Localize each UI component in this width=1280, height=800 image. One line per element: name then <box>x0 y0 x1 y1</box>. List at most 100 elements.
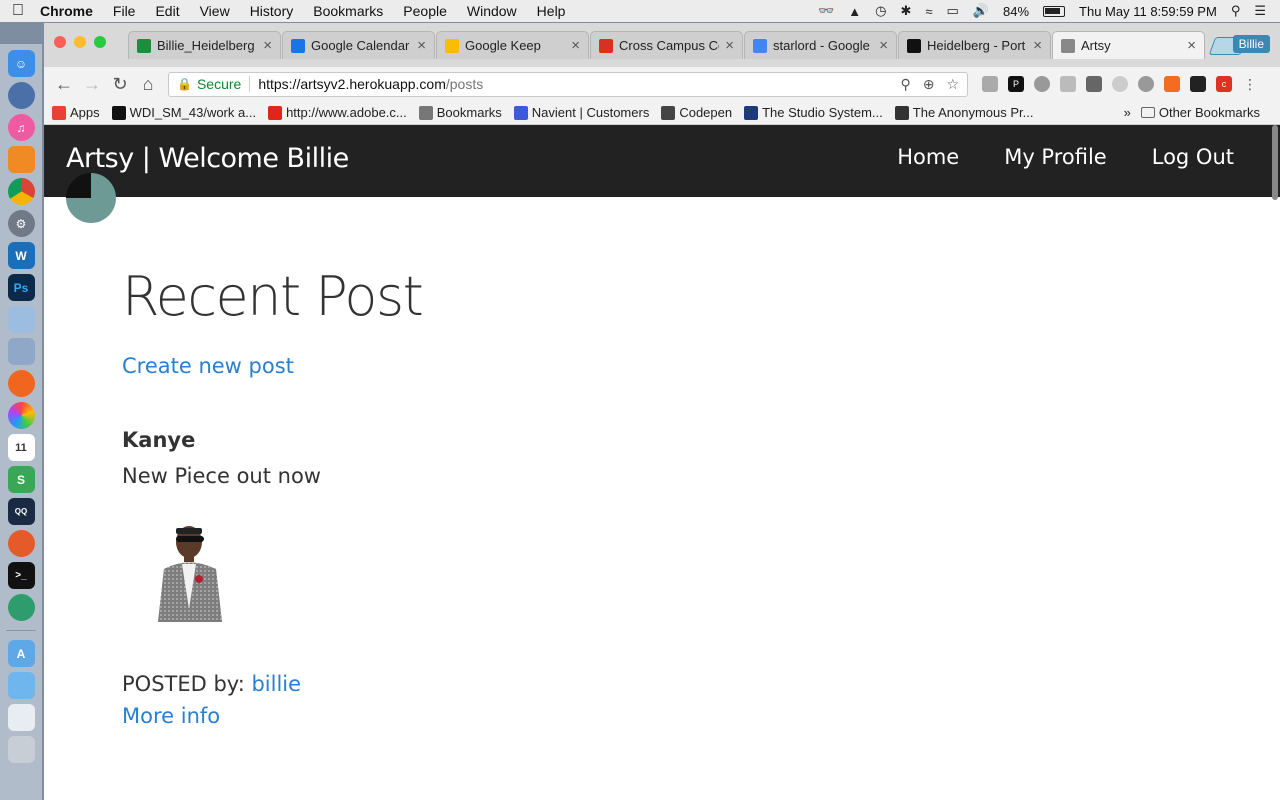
close-tab-icon[interactable]: × <box>417 37 426 54</box>
dropbox-gallery-icon[interactable]: QQ <box>7 498 35 525</box>
wifi-icon[interactable]: ≈ <box>925 4 932 19</box>
bookmark-item[interactable]: Navient | Customers <box>513 105 649 120</box>
notification-center-icon[interactable]: ☰ <box>1254 3 1266 19</box>
nav-home-link[interactable]: Home <box>897 145 959 169</box>
trash-icon[interactable] <box>7 736 35 763</box>
apple-menu-icon[interactable]:  <box>0 2 36 20</box>
menu-app-chrome[interactable]: Chrome <box>36 3 103 19</box>
create-new-post-link[interactable]: Create new post <box>122 354 422 378</box>
close-tab-icon[interactable]: × <box>263 37 272 54</box>
tab[interactable]: starlord - Google × <box>744 31 897 59</box>
key-icon[interactable]: ⚲ <box>900 76 910 93</box>
itunes-icon[interactable]: ♫ <box>7 114 35 141</box>
menu-edit[interactable]: Edit <box>145 3 189 19</box>
zoom-window-icon[interactable] <box>94 36 106 48</box>
tab[interactable]: Google Keep × <box>436 31 589 59</box>
dark-circle-extension-icon[interactable] <box>1138 76 1154 92</box>
p-extension-icon[interactable]: P <box>1008 76 1024 92</box>
close-tab-icon[interactable]: × <box>725 37 734 54</box>
nav-log-out-link[interactable]: Log Out <box>1152 145 1234 169</box>
reload-icon[interactable]: ↻ <box>108 72 132 96</box>
more-extension-icon[interactable] <box>1086 76 1102 92</box>
chrome-icon[interactable] <box>7 178 35 205</box>
mail-extension-icon[interactable] <box>1060 76 1076 92</box>
system-preferences-icon[interactable]: ⚙ <box>7 210 35 237</box>
back-icon[interactable]: ← <box>52 72 76 96</box>
terminal-icon[interactable]: >_ <box>7 562 35 589</box>
time-machine-icon[interactable]: ◷ <box>875 3 886 19</box>
home-icon[interactable]: ⌂ <box>136 72 160 96</box>
close-tab-icon[interactable]: × <box>1033 37 1042 54</box>
author-link[interactable]: billie <box>251 672 301 696</box>
nav-my-profile-link[interactable]: My Profile <box>1004 145 1107 169</box>
cors-extension-icon[interactable]: c <box>1216 76 1232 92</box>
menu-history[interactable]: History <box>240 3 304 19</box>
bookmark-item[interactable]: Apps <box>52 105 100 120</box>
menu-window[interactable]: Window <box>457 3 527 19</box>
bookmark-item[interactable]: Codepen <box>661 105 732 120</box>
address-bar[interactable]: 🔒 Secure https://artsyv2.herokuapp.com/p… <box>168 71 968 97</box>
documents-folder-icon[interactable] <box>7 672 35 699</box>
menu-bookmarks[interactable]: Bookmarks <box>303 3 393 19</box>
close-tab-icon[interactable]: × <box>571 37 580 54</box>
location-extension-icon[interactable] <box>1034 76 1050 92</box>
tab[interactable]: Billie_Heidelberg × <box>128 31 281 59</box>
lock-icon[interactable]: 🔒 <box>177 77 192 91</box>
postman-icon[interactable] <box>7 530 35 557</box>
other-bookmarks[interactable]: Other Bookmarks <box>1140 105 1260 120</box>
forward-icon[interactable]: → <box>80 72 104 96</box>
circle-extension-icon[interactable] <box>1112 76 1128 92</box>
close-tab-icon[interactable]: × <box>879 37 888 54</box>
zoom-icon[interactable]: ⊕ <box>923 76 935 93</box>
menu-file[interactable]: File <box>103 3 146 19</box>
bookmark-item[interactable]: The Anonymous Pr... <box>894 105 1033 120</box>
site-brand[interactable]: Artsy | Welcome Billie <box>66 143 349 174</box>
photoshop-icon[interactable]: Ps <box>7 274 35 301</box>
bookmark-item[interactable]: Bookmarks <box>418 105 502 120</box>
menu-view[interactable]: View <box>190 3 240 19</box>
menu-help[interactable]: Help <box>527 3 576 19</box>
clock[interactable]: Thu May 11 8:59:59 PM <box>1079 4 1217 19</box>
atom-icon[interactable] <box>7 594 35 621</box>
drive-icon[interactable]: ▲ <box>848 4 861 19</box>
drive-extension-icon[interactable] <box>982 76 998 92</box>
chrome-menu-icon[interactable]: ⋮ <box>1242 76 1258 92</box>
glasses-icon[interactable]: 👓 <box>818 3 834 19</box>
calendar-icon[interactable]: 11 <box>7 434 35 461</box>
spotlight-search-icon[interactable]: ⚲ <box>1231 3 1241 19</box>
tab[interactable]: Artsy × <box>1052 31 1205 59</box>
bookmark-star-icon[interactable]: ☆ <box>946 76 959 93</box>
menu-people[interactable]: People <box>393 3 457 19</box>
url-host[interactable]: https://artsyv2.herokuapp.com <box>258 76 446 92</box>
secure-label[interactable]: Secure <box>197 76 241 92</box>
color-picker-extension-icon[interactable] <box>1190 76 1206 92</box>
battery-icon[interactable] <box>1043 5 1066 17</box>
bookmark-item[interactable]: The Studio System... <box>744 105 883 120</box>
origin-icon[interactable] <box>7 370 35 397</box>
slack-icon[interactable]: S <box>7 466 35 493</box>
bookmark-item[interactable]: WDI_SM_43/work a... <box>111 105 256 120</box>
finder-icon[interactable]: ☺ <box>7 50 35 77</box>
minimize-window-icon[interactable] <box>74 36 86 48</box>
preview-icon[interactable] <box>7 306 35 333</box>
downloads-stack-icon[interactable] <box>7 704 35 731</box>
airplay-icon[interactable]: ▭ <box>947 3 959 19</box>
more-info-link[interactable]: More info <box>122 704 422 728</box>
close-window-icon[interactable] <box>54 36 66 48</box>
bookmark-item[interactable]: http://www.adobe.c... <box>268 105 407 120</box>
tab[interactable]: Heidelberg - Port × <box>898 31 1051 59</box>
page-scrollbar[interactable] <box>1272 125 1278 200</box>
ibooks-icon[interactable] <box>7 146 35 173</box>
webstorm-icon[interactable]: W <box>7 242 35 269</box>
tab[interactable]: Cross Campus Co × <box>590 31 743 59</box>
volume-icon[interactable]: 🔊 <box>973 3 989 19</box>
tab[interactable]: Google Calendar × <box>282 31 435 59</box>
more-bookmarks-chevron-icon[interactable]: » <box>1124 105 1131 120</box>
url-path[interactable]: /posts <box>446 76 483 92</box>
profile-button[interactable]: Billie <box>1232 35 1270 53</box>
orange-extension-icon[interactable] <box>1164 76 1180 92</box>
bluetooth-icon[interactable]: ✱ <box>900 3 911 19</box>
photos-icon[interactable] <box>7 402 35 429</box>
image-capture-icon[interactable] <box>7 338 35 365</box>
close-tab-icon[interactable]: × <box>1187 37 1196 54</box>
